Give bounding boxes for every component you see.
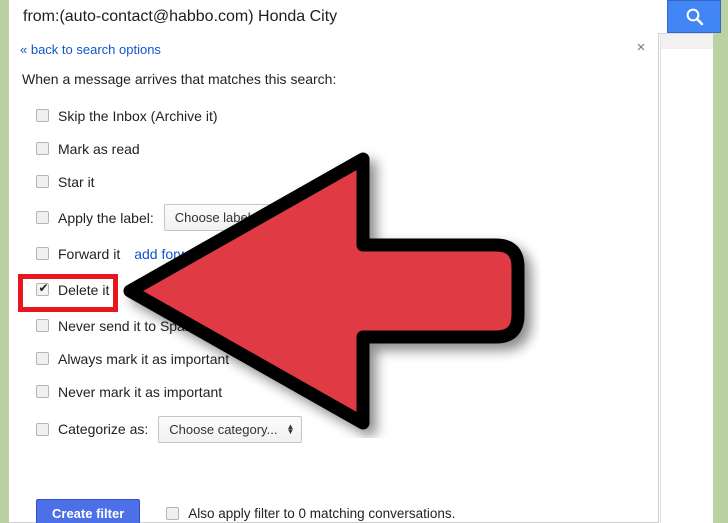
category-select[interactable]: Choose category... ▲ ▼ — [158, 415, 303, 443]
screenshot-root: « back to search options × When a messag… — [0, 0, 728, 523]
search-button[interactable] — [667, 0, 721, 33]
option-row-always-important[interactable]: Always mark it as important — [9, 342, 658, 375]
search-icon — [685, 7, 704, 26]
checkbox-delete-it[interactable] — [36, 281, 50, 296]
page-margin-left — [0, 0, 9, 523]
checkbox-skip-inbox[interactable] — [36, 109, 49, 122]
panel-actions: Create filter Also apply filter to 0 mat… — [36, 499, 455, 523]
panel-intro-text: When a message arrives that matches this… — [22, 71, 337, 87]
background-list-row — [661, 134, 713, 177]
background-list-row — [661, 49, 713, 125]
option-label: Delete it — [58, 281, 110, 298]
checkbox-always-important[interactable] — [36, 352, 49, 365]
option-label: Categorize as: — [58, 421, 149, 437]
option-label: Forward it — [58, 245, 121, 262]
filter-action-list: Skip the Inbox (Archive it) Mark as read… — [9, 99, 658, 450]
checkbox-categorize-as[interactable] — [36, 422, 49, 436]
search-input[interactable] — [9, 0, 654, 33]
option-row-never-send-spam[interactable]: Never send it to Spam — [9, 309, 658, 342]
checkbox-apply-label[interactable] — [36, 211, 49, 224]
background-list-row — [661, 176, 713, 523]
option-row-apply-label[interactable]: Apply the label: Choose label... ▲ ▼ — [9, 198, 658, 237]
page-margin-right — [712, 0, 728, 523]
option-label: Apply the label: — [58, 209, 154, 226]
chevron-updown-icon: ▲ ▼ — [270, 210, 279, 225]
background-mail-list — [660, 0, 713, 523]
option-row-forward-it[interactable]: Forward it add forwarding address — [9, 237, 658, 270]
apply-to-existing-label: Also apply filter to 0 matching conversa… — [188, 506, 456, 521]
create-filter-button[interactable]: Create filter — [36, 499, 141, 523]
label-select-value: Choose label... — [174, 210, 262, 225]
chevron-updown-icon: ▲ ▼ — [286, 422, 295, 436]
option-label: Always mark it as important — [58, 350, 230, 367]
background-toolbar-strip — [661, 33, 713, 50]
checkbox-apply-to-existing[interactable] — [166, 507, 180, 520]
option-row-never-important[interactable]: Never mark it as important — [9, 375, 658, 408]
checkbox-never-important[interactable] — [36, 385, 49, 398]
option-row-star-it[interactable]: Star it — [9, 165, 658, 198]
option-label: Star it — [58, 173, 95, 190]
checkbox-mark-as-read[interactable] — [36, 142, 49, 155]
panel-header: « back to search options × — [9, 33, 658, 65]
search-bar — [9, 0, 721, 34]
add-forwarding-address-link[interactable]: add forwarding address — [134, 246, 280, 262]
label-select[interactable]: Choose label... ▲ ▼ — [163, 204, 287, 231]
checkbox-forward-it[interactable] — [36, 247, 49, 260]
option-label: Never send it to Spam — [58, 317, 197, 334]
option-row-skip-inbox[interactable]: Skip the Inbox (Archive it) — [9, 99, 658, 132]
back-to-search-options-link[interactable]: « back to search options — [20, 42, 161, 57]
option-row-categorize-as[interactable]: Categorize as: Choose category... ▲ ▼ — [9, 408, 658, 450]
filter-options-panel: « back to search options × When a messag… — [9, 33, 659, 523]
option-label: Never mark it as important — [58, 383, 223, 400]
apply-to-existing-wrap[interactable]: Also apply filter to 0 matching conversa… — [166, 506, 455, 521]
option-label: Mark as read — [58, 140, 140, 157]
checkbox-star-it[interactable] — [36, 175, 49, 188]
option-row-mark-as-read[interactable]: Mark as read — [9, 132, 658, 165]
close-icon[interactable]: × — [633, 40, 649, 56]
category-select-value: Choose category... — [169, 421, 278, 437]
checkbox-never-send-spam[interactable] — [36, 319, 49, 332]
option-label: Skip the Inbox (Archive it) — [58, 107, 218, 124]
option-row-delete-it[interactable]: Delete it — [9, 270, 658, 309]
